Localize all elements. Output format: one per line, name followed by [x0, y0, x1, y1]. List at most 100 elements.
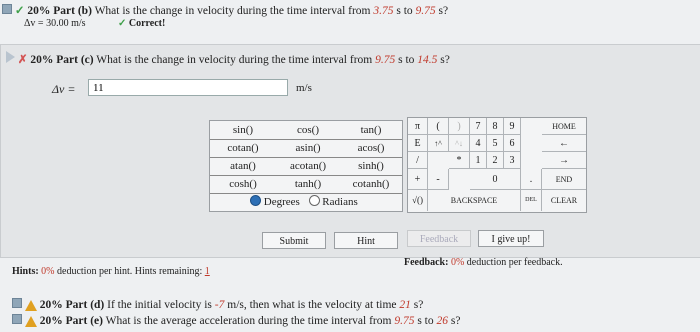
part-b-label: Part (b) — [53, 5, 92, 17]
key-sqrt[interactable]: √() — [408, 190, 428, 211]
answer-input[interactable] — [88, 79, 288, 96]
check-icon: ✓ — [14, 5, 25, 17]
part-b-t1: 3.75 — [373, 5, 394, 17]
part-c-t1: 9.75 — [375, 54, 396, 66]
feedback-pct: 0% — [450, 257, 465, 268]
key-up-caret[interactable]: ↑^ — [428, 135, 449, 152]
part-e-q2: s to — [417, 315, 434, 327]
part-b-pct: 20% — [27, 5, 51, 17]
part-b-t2: 9.75 — [415, 5, 436, 17]
part-e-row: 20% Part (e) What is the average acceler… — [12, 314, 692, 327]
key-e[interactable]: E — [408, 135, 428, 152]
part-b-to: s to — [396, 5, 413, 17]
part-d-row: 20% Part (d) If the initial velocity is … — [12, 298, 692, 311]
part-d-label: Part (d) — [65, 299, 105, 311]
key-open-paren[interactable]: ( — [428, 118, 449, 135]
hints-line: Hints: 0% deduction per hint. Hints rema… — [12, 266, 210, 277]
square-icon — [12, 298, 22, 308]
fn-sin[interactable]: sin() — [210, 123, 276, 138]
key-pi[interactable]: π — [408, 118, 428, 135]
key-clear[interactable]: CLEAR — [542, 190, 586, 211]
key-decimal[interactable]: . — [521, 169, 542, 190]
delta-v-label: Δv = — [52, 82, 76, 96]
feedback-line: Feedback: 0% deduction per feedback. — [404, 257, 563, 268]
key-7[interactable]: 7 — [470, 118, 487, 135]
fn-sinh[interactable]: sinh() — [340, 159, 402, 174]
key-backspace[interactable]: BACKSPACE — [428, 190, 521, 211]
part-c-to: s to — [398, 54, 415, 66]
fn-cosh[interactable]: cosh() — [210, 177, 276, 192]
part-e-q1: What is the average acceleration during … — [105, 315, 392, 327]
part-b-status: ✓ Correct! — [118, 18, 165, 29]
part-b-answer: Δv = 30.00 m/s — [24, 18, 86, 29]
warning-icon — [24, 315, 37, 327]
part-d-q2: m/s, then what is the velocity at time — [227, 299, 397, 311]
square-icon — [2, 4, 12, 14]
part-c-pct: 20% — [30, 54, 54, 66]
fn-cos[interactable]: cos() — [276, 123, 340, 138]
radians-label: Radians — [322, 196, 358, 208]
key-1[interactable]: 1 — [470, 152, 487, 169]
key-down-caret[interactable]: ^↓ — [449, 135, 470, 152]
key-close-paren[interactable]: ) — [449, 118, 470, 135]
key-home[interactable]: HOME — [542, 118, 586, 135]
degrees-label: Degrees — [263, 196, 300, 208]
part-c-end: s? — [440, 54, 450, 66]
fn-atan[interactable]: atan() — [210, 159, 276, 174]
key-3[interactable]: 3 — [504, 152, 521, 169]
radians-radio[interactable] — [308, 195, 320, 206]
keypad: π ( ) 7 8 9 HOME E ↑^ ^↓ 4 5 6 ← / * 1 2… — [407, 117, 587, 213]
submit-button[interactable]: Submit — [262, 232, 326, 249]
fn-cotanh[interactable]: cotanh() — [340, 177, 402, 192]
key-4[interactable]: 4 — [470, 135, 487, 152]
part-d-t: 21 — [399, 299, 411, 311]
part-d-v: -7 — [214, 299, 225, 311]
key-minus[interactable]: - — [428, 169, 449, 190]
unit-label: m/s — [296, 82, 312, 94]
fn-asin[interactable]: asin() — [276, 141, 340, 156]
part-b-end: s? — [438, 5, 449, 17]
give-up-button[interactable]: I give up! — [478, 230, 544, 247]
fn-acotan[interactable]: acotan() — [276, 159, 340, 174]
part-e-pct: 20% — [39, 315, 63, 327]
part-d-pct: 20% — [39, 299, 63, 311]
part-d-q1: If the initial velocity is — [107, 299, 212, 311]
key-0[interactable]: 0 — [470, 169, 521, 190]
feedback-text: deduction per feedback. — [466, 257, 563, 268]
hints-label: Hints: — [12, 266, 39, 277]
key-right-arrow[interactable]: → — [542, 152, 586, 169]
angle-mode: Degrees Radians — [250, 195, 358, 208]
hint-button[interactable]: Hint — [334, 232, 398, 249]
fn-tanh[interactable]: tanh() — [276, 177, 340, 192]
key-2[interactable]: 2 — [487, 152, 504, 169]
key-divide[interactable]: / — [408, 152, 428, 169]
part-e-q3: s? — [450, 315, 461, 327]
fn-tan[interactable]: tan() — [340, 123, 402, 138]
part-c-label: Part (c) — [56, 54, 94, 66]
degrees-radio[interactable] — [250, 195, 261, 206]
key-6[interactable]: 6 — [504, 135, 521, 152]
hints-pct: 0% — [41, 266, 55, 277]
key-end[interactable]: END — [542, 169, 586, 190]
part-b-question: What is the change in velocity during th… — [94, 5, 371, 17]
key-5[interactable]: 5 — [487, 135, 504, 152]
part-e-t2: 26 — [436, 315, 448, 327]
expand-triangle-icon[interactable] — [6, 51, 15, 63]
feedback-button[interactable]: Feedback — [407, 230, 471, 247]
part-c-header: ✗ 20% Part (c) What is the change in vel… — [6, 51, 686, 66]
key-left-arrow[interactable]: ← — [542, 135, 586, 152]
key-multiply[interactable]: * — [449, 152, 470, 169]
key-9[interactable]: 9 — [504, 118, 521, 135]
part-d-q3: s? — [413, 299, 424, 311]
part-c-t2: 14.5 — [417, 54, 438, 66]
key-plus[interactable]: + — [408, 169, 428, 190]
key-del[interactable]: DEL — [521, 190, 542, 211]
fn-cotan[interactable]: cotan() — [210, 141, 276, 156]
fn-acos[interactable]: acos() — [340, 141, 402, 156]
key-8[interactable]: 8 — [487, 118, 504, 135]
part-b-status-text: Correct! — [128, 18, 166, 29]
part-e-t1: 9.75 — [394, 315, 415, 327]
function-palette: sin() cos() tan() cotan() asin() acos() … — [209, 120, 403, 212]
feedback-label: Feedback: — [404, 257, 449, 268]
part-c-question: What is the change in velocity during th… — [96, 54, 373, 66]
